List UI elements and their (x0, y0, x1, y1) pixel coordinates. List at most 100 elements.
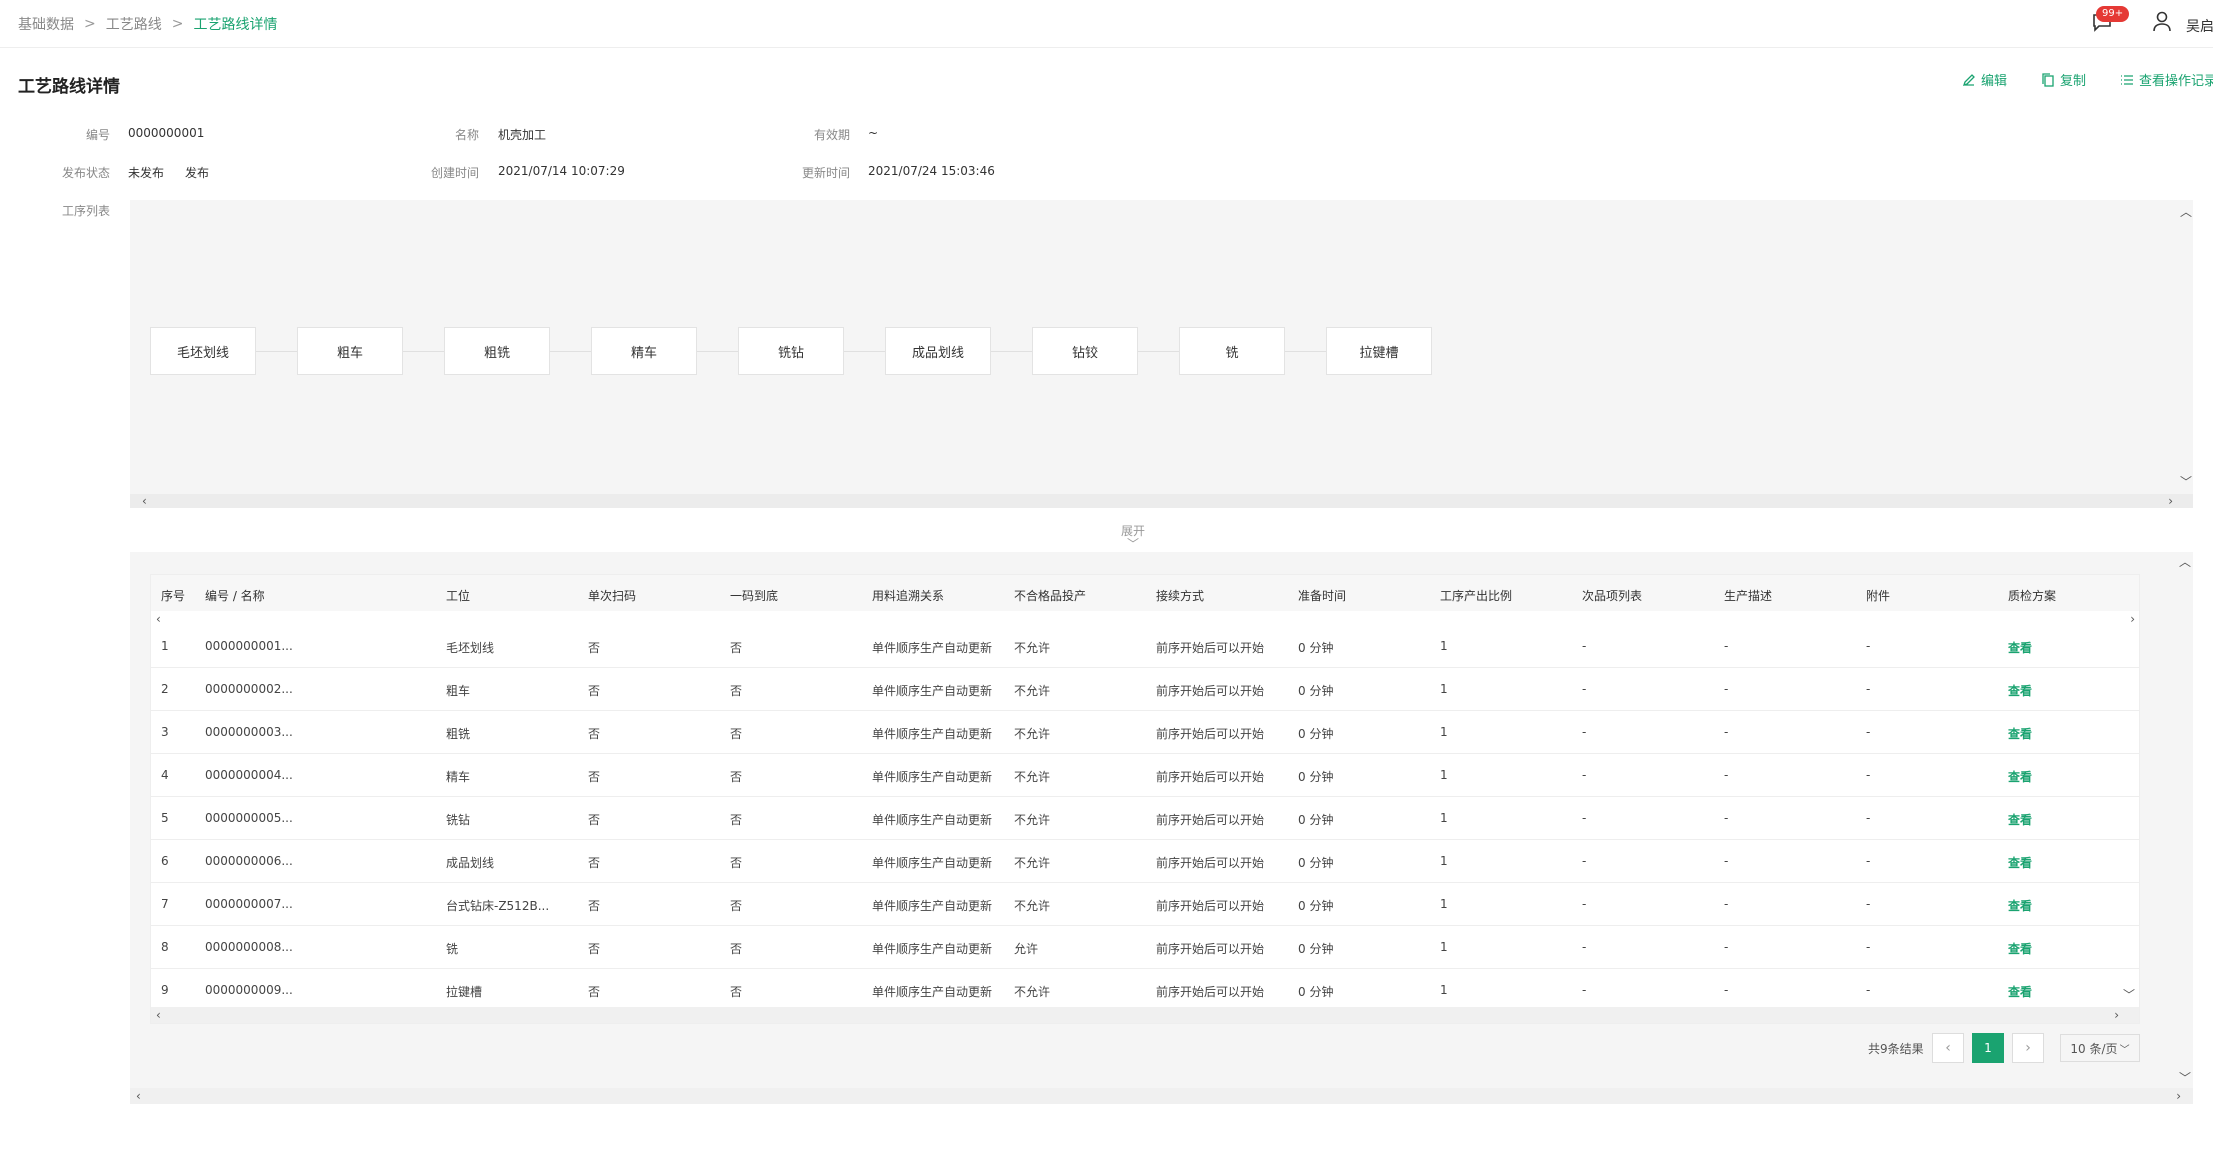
edit-label: 编辑 (1981, 74, 2008, 89)
table-cell: 单件顺序生产自动更新 (872, 942, 993, 956)
flow-connector (1138, 351, 1179, 352)
publish-link[interactable]: 发布 (185, 164, 209, 181)
table-cell: 9 (161, 983, 169, 997)
page-1-button[interactable]: 1 (1972, 1033, 2004, 1063)
outer-scroll-up-icon[interactable]: ︿ (2179, 556, 2191, 568)
flow-node[interactable]: 铣 (1179, 327, 1285, 375)
expand-toggle[interactable]: 展开 ﹀ (1110, 522, 1156, 551)
table-cell: - (1724, 897, 1729, 911)
view-qc-plan-link[interactable]: 查看 (2008, 983, 2032, 1000)
next-page-button[interactable]: › (2012, 1033, 2044, 1063)
flow-node[interactable]: 粗铣 (444, 327, 550, 375)
breadcrumb-item-base-data[interactable]: 基础数据 (18, 14, 74, 34)
flow-vertical-scrollbar[interactable]: ︿ ﹀ (2179, 200, 2193, 508)
table-cell: - (1582, 811, 1587, 825)
updated-value: 2021/07/24 15:03:46 (868, 164, 995, 178)
table-cell: 0000000003... (205, 725, 293, 739)
user-name[interactable]: 吴启 (2186, 16, 2213, 36)
view-qc-plan-link[interactable]: 查看 (2008, 854, 2032, 871)
total-results: 共9条结果 (1868, 1042, 1924, 1056)
outer-scroll-down-icon[interactable]: ﹀ (2179, 1072, 2191, 1084)
scroll-up-icon[interactable]: ︿ (2180, 206, 2192, 218)
table-cell: 前序开始后可以开始 (1156, 942, 1265, 956)
table-cell: 否 (588, 641, 601, 655)
outer-scroll-left-icon[interactable]: ‹ (136, 1090, 141, 1102)
user-icon[interactable] (2152, 10, 2172, 32)
table-cell: - (1582, 768, 1587, 782)
table-cell: 0000000004... (205, 768, 293, 782)
table-scroll-down-icon[interactable]: ﹀ (2123, 989, 2135, 1001)
name-value: 机壳加工 (498, 128, 547, 142)
view-qc-plan-link[interactable]: 查看 (2008, 811, 2032, 828)
table-cell: 0000000009... (205, 983, 293, 997)
table-cell: 0000000001... (205, 639, 293, 653)
flow-connector (697, 351, 738, 352)
table-cell: 粗铣 (446, 727, 471, 741)
column-header: 用料追溯关系 (872, 589, 945, 603)
table-scroll-left-icon[interactable]: ‹ (156, 613, 161, 625)
scroll-right-icon[interactable]: › (2168, 495, 2173, 507)
edit-button[interactable]: 编辑 (1962, 70, 2007, 89)
page-size-value: 10 条/页 (2070, 1041, 2118, 1056)
flow-horizontal-scrollbar[interactable]: ‹ › (130, 494, 2193, 508)
scroll-left-icon[interactable]: ‹ (142, 495, 147, 507)
table-hscroll-left-icon[interactable]: ‹ (156, 1009, 161, 1021)
copy-button[interactable]: 复制 (2041, 70, 2086, 89)
view-qc-plan-link[interactable]: 查看 (2008, 682, 2032, 699)
flow-node[interactable]: 成品划线 (885, 327, 991, 375)
column-header: 单次扫码 (588, 589, 637, 603)
flow-node[interactable]: 毛坯划线 (150, 327, 256, 375)
view-qc-plan-link[interactable]: 查看 (2008, 725, 2032, 742)
view-qc-plan-link[interactable]: 查看 (2008, 940, 2032, 957)
table-scroll-right-icon[interactable]: › (2130, 613, 2135, 625)
table-cell: 2 (161, 682, 169, 696)
flow-node[interactable]: 拉键槽 (1326, 327, 1432, 375)
prev-page-button[interactable]: ‹ (1932, 1033, 1964, 1063)
table-cell: 0000000008... (205, 940, 293, 954)
table-cell: - (1724, 768, 1729, 782)
page-title: 工艺路线详情 (18, 77, 120, 97)
table-cell: 前序开始后可以开始 (1156, 684, 1265, 698)
flow-node[interactable]: 精车 (591, 327, 697, 375)
view-qc-plan-link[interactable]: 查看 (2008, 768, 2032, 785)
table-cell: 否 (588, 942, 601, 956)
table-cell: 0000000007... (205, 897, 293, 911)
table-cell: - (1582, 940, 1587, 954)
table-hscroll-right-icon[interactable]: › (2114, 1009, 2119, 1021)
chevron-down-icon: ﹀ (2119, 1044, 2130, 1056)
flow-node[interactable]: 钻铰 (1032, 327, 1138, 375)
process-flow-panel: 毛坯划线 粗车 粗铣 精车 铣钻 成品划线 钻铰铣拉键槽 ‹ › ︿ ﹀ (130, 200, 2193, 508)
outer-scroll-right-icon[interactable]: › (2176, 1090, 2181, 1102)
code-label: 编号 (85, 128, 110, 142)
table-cell: 否 (588, 813, 601, 827)
table-cell: 前序开始后可以开始 (1156, 813, 1265, 827)
table-cell: 单件顺序生产自动更新 (872, 684, 993, 698)
flow-connector (256, 351, 297, 352)
outer-horizontal-scrollbar[interactable]: ‹ › (130, 1088, 2193, 1104)
scroll-down-icon[interactable]: ﹀ (2180, 476, 2192, 488)
table-cell: 台式钻床-Z512B... (446, 899, 550, 913)
table-horizontal-scrollbar[interactable]: ‹ › (151, 1007, 2139, 1023)
breadcrumb-item-routing[interactable]: 工艺路线 (106, 14, 162, 34)
breadcrumb-item-current: 工艺路线详情 (193, 17, 278, 33)
table-cell: 否 (730, 813, 743, 827)
breadcrumb-separator: > (171, 16, 184, 32)
flow-node[interactable]: 粗车 (297, 327, 403, 375)
table-cell: - (1866, 682, 1871, 696)
view-log-button[interactable]: 查看操作记录 (2120, 70, 2213, 89)
table-cell: - (1866, 811, 1871, 825)
table-cell: - (1724, 725, 1729, 739)
column-header: 工位 (446, 589, 471, 603)
page-size-select[interactable]: 10 条/页 ﹀ (2060, 1034, 2140, 1062)
view-qc-plan-link[interactable]: 查看 (2008, 897, 2032, 914)
table-cell: - (1866, 854, 1871, 868)
flow-connector (844, 351, 885, 352)
chevron-left-icon: ‹ (1945, 1040, 1951, 1056)
table-cell: 4 (161, 768, 169, 782)
view-qc-plan-link[interactable]: 查看 (2008, 639, 2032, 656)
table-row: 9 0000000009... 拉键槽 否 否 单件顺序生产自动更新 不允许 前序开始后可以开… (151, 969, 2139, 1012)
table-cell: 否 (730, 899, 743, 913)
breadcrumb: 基础数据 > 工艺路线 > 工艺路线详情 (18, 14, 277, 34)
flow-node[interactable]: 铣钻 (738, 327, 844, 375)
chevron-down-icon: ﹀ (1126, 537, 1139, 551)
